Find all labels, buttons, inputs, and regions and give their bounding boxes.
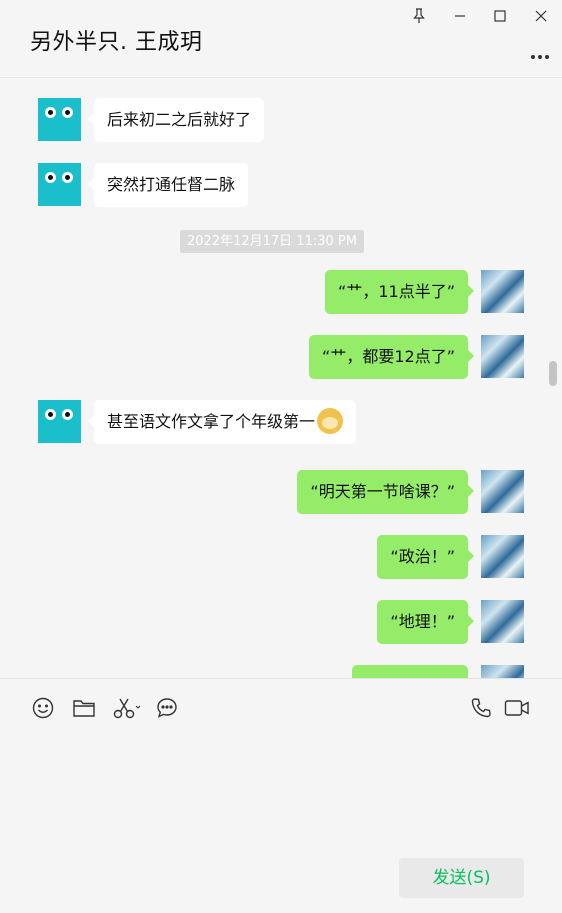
message-bubble[interactable]: 后来初二之后就好了	[87, 98, 265, 142]
self-avatar[interactable]	[481, 600, 524, 643]
message-bubble[interactable]	[352, 665, 468, 678]
minimize-icon[interactable]	[450, 6, 470, 26]
self-avatar[interactable]	[481, 665, 524, 678]
self-avatar[interactable]	[481, 535, 524, 578]
input-toolbar	[0, 678, 562, 739]
maximize-icon[interactable]	[490, 6, 510, 26]
message-bubble[interactable]: “艹，都要12点了”	[309, 335, 474, 379]
message-bubble[interactable]: “地理！”	[377, 600, 474, 644]
friend-avatar[interactable]	[38, 98, 81, 141]
message-bubble[interactable]: “政治！”	[377, 535, 474, 579]
message-bubble[interactable]: “艹，11点半了”	[325, 270, 474, 314]
self-avatar[interactable]	[481, 470, 524, 513]
send-button[interactable]: 发送(S)	[399, 858, 524, 898]
doge-emoji-icon	[317, 407, 344, 434]
friend-avatar[interactable]	[38, 400, 81, 443]
message-bubble[interactable]: 甚至语文作文拿了个年级第一	[87, 400, 357, 444]
message-bubble[interactable]: 突然打通任督二脉	[87, 163, 249, 207]
scissors-icon[interactable]	[112, 695, 142, 721]
self-avatar[interactable]	[481, 270, 524, 313]
video-icon[interactable]	[503, 695, 531, 721]
chat-title[interactable]: 另外半只. 王成玥	[30, 24, 203, 56]
chat-history-icon[interactable]	[154, 695, 180, 721]
phone-icon[interactable]	[468, 695, 494, 721]
pin-icon[interactable]	[409, 6, 429, 26]
message-timestamp: 2022年12月17日 11:30 PM	[180, 230, 364, 253]
message-input[interactable]	[0, 738, 562, 848]
emoji-icon[interactable]	[30, 695, 56, 721]
more-options-icon[interactable]	[530, 44, 550, 65]
folder-icon[interactable]	[71, 695, 97, 721]
close-icon[interactable]	[531, 6, 551, 26]
message-list[interactable]: 后来初二之后就好了 突然打通任督二脉 2022年12月17日 11:30 PM …	[0, 78, 562, 678]
self-avatar[interactable]	[481, 335, 524, 378]
message-bubble[interactable]: “明天第一节啥课？”	[297, 470, 474, 514]
title-bar: 另外半只. 王成玥	[0, 0, 562, 78]
friend-avatar[interactable]	[38, 163, 81, 206]
message-text: 甚至语文作文拿了个年级第一	[107, 412, 316, 431]
message-scrollbar[interactable]	[549, 361, 557, 386]
